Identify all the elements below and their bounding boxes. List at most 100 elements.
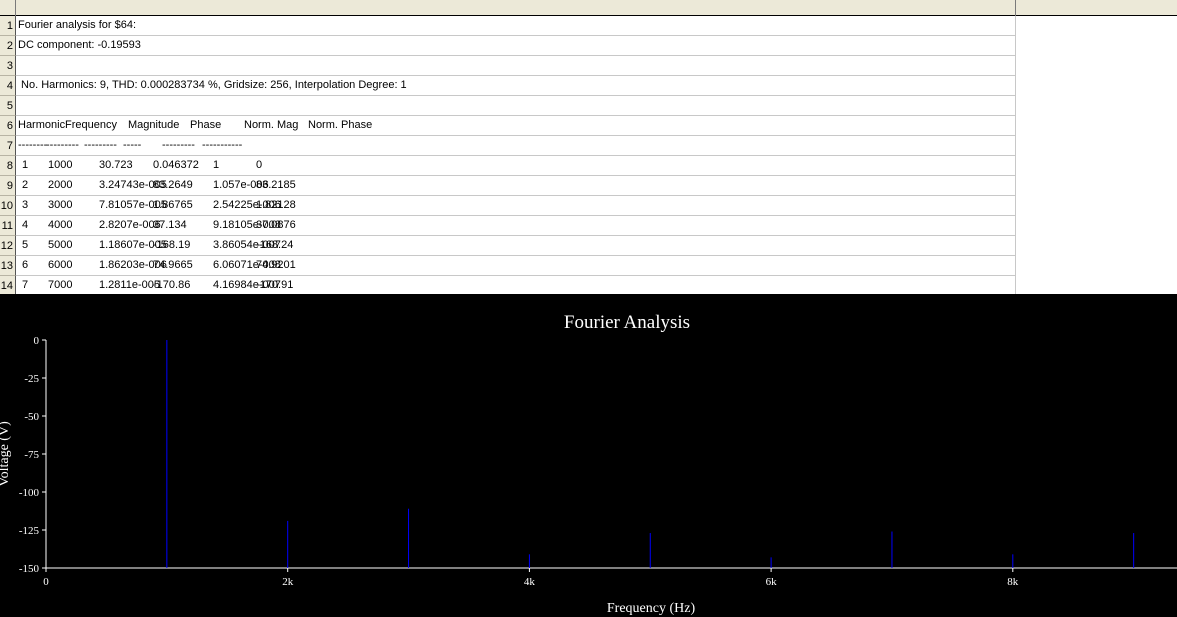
sheet-row: 4 No. Harmonics: 9, THD: 0.000283734 %, … (0, 76, 1177, 96)
cell-text: 1000 (48, 159, 73, 171)
cell-a[interactable]: Harmonic Frequency Magnitude Phase Norm. Mag… (16, 116, 1016, 136)
cell-text: -168.19 (153, 239, 191, 251)
cell-text: 37.134 (153, 219, 187, 231)
cell-text: Frequency (65, 119, 117, 131)
sheet-row: 11 4 4000 2.8207e-006 37.134 9.18105e-008 37.0… (0, 216, 1177, 236)
row-number[interactable]: 13 (0, 256, 16, 276)
cell-text: 30.723 (99, 159, 133, 171)
cell-b[interactable] (1016, 36, 1177, 56)
cell-text: Magnitude (128, 119, 180, 131)
column-header-a[interactable] (16, 0, 1016, 16)
x-tick-label: 8k (1007, 576, 1019, 588)
cell-b[interactable] (1016, 276, 1177, 294)
cell-a[interactable]: No. Harmonics: 9, THD: 0.000283734 %, Gr… (16, 76, 1016, 96)
cell-text: Norm. Phase (308, 119, 373, 131)
select-all-corner[interactable] (0, 0, 16, 16)
cell-text: 2 (22, 179, 29, 191)
cell-b[interactable] (1016, 216, 1177, 236)
row-number[interactable]: 9 (0, 176, 16, 196)
cell-b[interactable] (1016, 96, 1177, 116)
row-number[interactable]: 4 (0, 76, 16, 96)
cell-b[interactable] (1016, 176, 1177, 196)
cell-text: --------- (46, 139, 79, 151)
cell-text: -170.86 (153, 279, 191, 291)
column-header-bar (0, 0, 1177, 16)
row-number[interactable]: 5 (0, 96, 16, 116)
cell-text: 3000 (48, 199, 73, 211)
sheet-row: 7 -------- --------- --------- ----- --------… (0, 136, 1177, 156)
cell-text: Phase (190, 119, 222, 131)
cell-a[interactable]: Fourier analysis for $64: (16, 16, 1016, 36)
sheet-row: 6 Harmonic Frequency Magnitude Phase Norm. Ma… (0, 116, 1177, 136)
sheet-row: 12 5 5000 1.18607e-005 -168.19 3.86054e-007 -1… (0, 236, 1177, 256)
cell-text: 7000 (48, 279, 73, 291)
sheet-row: 5 (0, 96, 1177, 116)
cell-text: 74.9201 (256, 259, 296, 271)
cell-text: 5 (22, 239, 29, 251)
cell-text: 37.0876 (256, 219, 296, 231)
cell-text: --------- (84, 139, 117, 151)
cell-text: 3 (22, 199, 29, 211)
cell-a[interactable]: 3 3000 7.81057e-005 1.86765 2.54225e-006 1.82… (16, 196, 1016, 216)
cell-b[interactable] (1016, 236, 1177, 256)
cell-b[interactable] (1016, 116, 1177, 136)
row-number[interactable]: 8 (0, 156, 16, 176)
sheet-row: 2 DC component: -0.19593 (0, 36, 1177, 56)
x-axis-label: Frequency (Hz) (607, 601, 696, 616)
cell-a[interactable]: 2 2000 3.24743e-005 83.2649 1.057e-006 83.218… (16, 176, 1016, 196)
cell-text: 74.9665 (153, 259, 193, 271)
cell-text: 4 (22, 219, 29, 231)
cell-text: 6 (22, 259, 29, 271)
cell-a[interactable]: 5 5000 1.18607e-005 -168.19 3.86054e-007 -168… (16, 236, 1016, 256)
cell-text: 4000 (48, 219, 73, 231)
cell-text: 5000 (48, 239, 73, 251)
cell-text: 1.86765 (153, 199, 193, 211)
cell-text: Fourier analysis for $64: (18, 19, 136, 31)
cell-text: No. Harmonics: 9, THD: 0.000283734 %, Gr… (18, 79, 407, 91)
cell-b[interactable] (1016, 76, 1177, 96)
sheet-row: 9 2 2000 3.24743e-005 83.2649 1.057e-006 83.21… (0, 176, 1177, 196)
cell-a[interactable]: 1 1000 30.723 0.046372 1 0 (16, 156, 1016, 176)
chart-title: Fourier Analysis (564, 312, 690, 333)
cell-b[interactable] (1016, 56, 1177, 76)
cell-a[interactable] (16, 96, 1016, 116)
row-number[interactable]: 14 (0, 276, 16, 294)
cell-a[interactable]: DC component: -0.19593 (16, 36, 1016, 56)
cell-text: ----------- (202, 139, 243, 151)
row-number[interactable]: 10 (0, 196, 16, 216)
cell-b[interactable] (1016, 16, 1177, 36)
cell-b[interactable] (1016, 256, 1177, 276)
x-tick-label: 4k (524, 576, 536, 588)
cell-a[interactable]: 6 6000 1.86203e-006 74.9665 6.06071e-008 74.9… (16, 256, 1016, 276)
cell-a[interactable]: -------- --------- --------- ----- ---------… (16, 136, 1016, 156)
row-number[interactable]: 12 (0, 236, 16, 256)
chart-svg: Fourier Analysis0-25-50-75-100-125-1500 2… (0, 312, 1177, 616)
cell-text: -168.24 (256, 239, 294, 251)
cell-text: -170.91 (256, 279, 294, 291)
cell-text: --------- (162, 139, 195, 151)
cell-text: 1.2811e-005 (99, 279, 160, 291)
row-number[interactable]: 7 (0, 136, 16, 156)
cell-text: ----- (123, 139, 142, 151)
y-tick-label: -150 (19, 563, 40, 575)
sheet-row: 14 7 7000 1.2811e-005 -170.86 4.16984e-007 -17… (0, 276, 1177, 294)
cell-text: 7 (22, 279, 29, 291)
row-number[interactable]: 3 (0, 56, 16, 76)
cell-b[interactable] (1016, 156, 1177, 176)
row-number[interactable]: 2 (0, 36, 16, 56)
cell-b[interactable] (1016, 136, 1177, 156)
spreadsheet: 1 Fourier analysis for $64: 2 DC component:… (0, 0, 1177, 294)
cell-a[interactable] (16, 56, 1016, 76)
column-header-b[interactable] (1016, 0, 1177, 16)
cell-text: DC component: -0.19593 (18, 39, 141, 51)
y-axis-label: Voltage (V) (0, 421, 12, 487)
row-number[interactable]: 1 (0, 16, 16, 36)
row-number[interactable]: 6 (0, 116, 16, 136)
cell-a[interactable]: 4 4000 2.8207e-006 37.134 9.18105e-008 37.087… (16, 216, 1016, 236)
row-number[interactable]: 11 (0, 216, 16, 236)
cell-a[interactable]: 7 7000 1.2811e-005 -170.86 4.16984e-007 -170.… (16, 276, 1016, 294)
cell-text: 2000 (48, 179, 73, 191)
cell-b[interactable] (1016, 196, 1177, 216)
cell-text: -------- (18, 139, 48, 151)
y-tick-label: 0 (34, 335, 40, 347)
